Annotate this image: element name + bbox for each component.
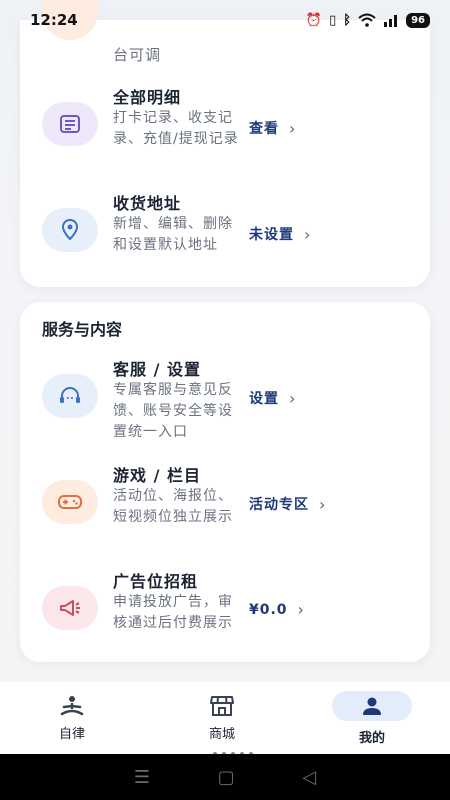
set-address-button[interactable]: 未设置 ›	[249, 224, 311, 244]
nav-item-mine[interactable]: 我的	[322, 682, 422, 754]
location-pin-icon	[42, 208, 98, 252]
signal-icon	[384, 15, 398, 27]
action-label: ¥0.0	[249, 601, 288, 618]
row-title: 全部明细	[113, 88, 182, 107]
view-details-button[interactable]: 查看 ›	[249, 118, 296, 138]
row-desc: 活动位、海报位、短视频位独立展示	[113, 488, 233, 525]
nav-label: 商城	[208, 726, 235, 742]
row-all-details[interactable]: 全部明细 打卡记录、收支记录、充值/提现记录 查看 ›	[20, 84, 430, 184]
partial-row-desc: 台可调	[113, 46, 162, 64]
section-title: 服务与内容	[42, 320, 123, 339]
nav-label: 我的	[358, 730, 385, 746]
row-desc: 申请投放广告，审核通过后付费展示	[113, 594, 233, 631]
action-label: 查看	[249, 121, 279, 137]
chevron-right-icon: ›	[304, 224, 312, 244]
list-icon	[42, 102, 98, 146]
nav-active-pill	[332, 690, 412, 721]
activity-zone-button[interactable]: 活动专区 ›	[249, 494, 326, 514]
account-card: 台可调 全部明细 打卡记录、收支记录、充值/提现记录 查看 › 收货地址 新增、…	[20, 0, 430, 290]
chevron-right-icon: ›	[289, 388, 297, 408]
status-bar: 12:24 ⏰ ▯ ᛒ 96	[0, 0, 450, 40]
alarm-icon: ⏰	[305, 12, 323, 28]
ad-price-button[interactable]: ¥0.0 ›	[249, 600, 305, 619]
chevron-right-icon: ›	[319, 494, 327, 514]
vibrate-icon: ▯	[329, 12, 337, 28]
action-label: 未设置	[249, 227, 294, 243]
wifi-icon	[358, 13, 376, 27]
back-icon[interactable]: ◁	[302, 767, 316, 788]
system-nav-bar: ☰ ▢ ◁	[0, 754, 450, 800]
services-card: 服务与内容 客服 / 设置 专属客服与意见反馈、账号安全等设置统一入口 设置 ›	[20, 302, 430, 662]
row-games-columns[interactable]: 游戏 / 栏目 活动位、海报位、短视频位独立展示 活动专区 ›	[20, 462, 430, 562]
row-support-settings[interactable]: 客服 / 设置 专属客服与意见反馈、账号安全等设置统一入口 设置 ›	[20, 356, 430, 456]
row-shipping-address[interactable]: 收货地址 新增、编辑、删除和设置默认地址 未设置 ›	[20, 190, 430, 290]
nav-item-discipline[interactable]: 自律	[22, 682, 122, 754]
row-desc: 新增、编辑、删除和设置默认地址	[113, 216, 233, 253]
status-icons: ⏰ ▯ ᛒ 96	[305, 12, 430, 28]
menu-icon[interactable]: ☰	[134, 767, 150, 788]
store-icon	[210, 695, 234, 716]
nav-label: 自律	[58, 726, 85, 742]
meditation-icon	[60, 695, 84, 715]
settings-button[interactable]: 设置 ›	[249, 388, 296, 408]
row-title: 客服 / 设置	[113, 360, 201, 379]
row-desc: 专属客服与意见反馈、账号安全等设置统一入口	[113, 382, 233, 440]
row-ad-rental[interactable]: 广告位招租 申请投放广告，审核通过后付费展示 ¥0.0 ›	[20, 568, 430, 668]
action-label: 设置	[249, 391, 279, 407]
gamepad-icon	[42, 480, 98, 524]
bluetooth-icon: ᛒ	[343, 12, 352, 28]
nav-item-mall[interactable]: 商城	[172, 682, 272, 754]
bottom-nav: 自律 商城 我的	[0, 682, 450, 754]
row-title: 收货地址	[113, 194, 182, 213]
chevron-right-icon: ›	[297, 600, 305, 619]
row-desc: 打卡记录、收支记录、充值/提现记录	[113, 110, 239, 147]
battery-badge: 96	[406, 12, 430, 28]
row-title: 广告位招租	[113, 572, 199, 591]
action-label: 活动专区	[249, 497, 309, 513]
home-icon[interactable]: ▢	[218, 767, 235, 788]
status-time: 12:24	[30, 11, 78, 29]
megaphone-icon	[42, 586, 98, 630]
headset-icon	[42, 374, 98, 418]
row-title: 游戏 / 栏目	[113, 466, 201, 485]
chevron-right-icon: ›	[289, 118, 297, 138]
user-icon	[363, 697, 381, 715]
